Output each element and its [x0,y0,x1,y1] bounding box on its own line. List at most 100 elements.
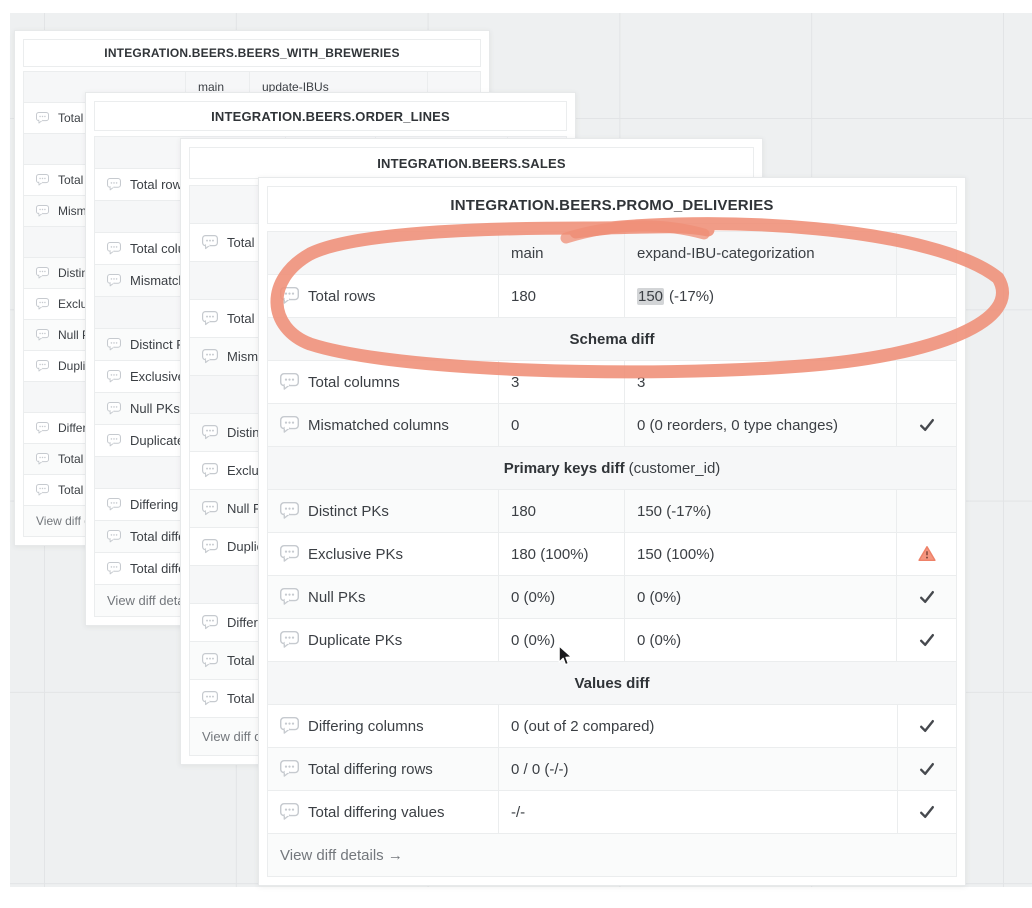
comment-icon[interactable] [107,178,121,191]
status-cell [896,490,956,532]
value-main: 0 (0%) [498,619,624,661]
status-cell [896,361,956,403]
branch-main-label: main [498,232,624,274]
row-label-cell: Duplicate PKs [268,619,498,661]
row-label-cell: Differing columns [268,705,498,747]
comment-icon[interactable] [107,562,121,575]
comment-icon[interactable] [107,242,121,255]
empty-cell [896,232,956,274]
comment-icon[interactable] [107,402,121,415]
row-label: Null PKs [308,589,366,606]
comment-icon[interactable] [280,502,299,519]
status-cell [897,791,956,833]
comment-icon[interactable] [36,112,49,124]
section-primary-keys-diff: Primary keys diff(customer_id) [268,447,956,490]
comment-icon[interactable] [280,373,299,390]
diff-card-promo-deliveries[interactable]: INTEGRATION.BEERS.PROMO_DELIVERIES main … [258,177,966,886]
value-main: 0 (0%) [498,576,624,618]
status-cell [896,275,956,317]
row-label: Total columns [308,374,400,391]
row-label-cell: Distinct PKs [268,490,498,532]
status-cell [896,576,956,618]
comment-icon[interactable] [36,422,49,434]
card-title: INTEGRATION.BEERS.SALES [189,147,754,179]
comment-icon[interactable] [202,653,218,667]
value-compare: 0 (0%) [624,619,896,661]
comment-icon[interactable] [36,329,49,341]
value-compare: 3 [624,361,896,403]
diff-table: main expand-IBU-categorization Total row… [267,231,957,877]
row-total-differing-values: Total differing values -/- [268,791,956,834]
row-label-cell: Total rows [268,275,498,317]
comment-icon[interactable] [202,691,218,705]
value-compare: 150 (-17%) [624,490,896,532]
value-merged: 0 (out of 2 compared) [498,705,897,747]
row-label-cell: Null PKs [268,576,498,618]
row-total-rows: Total rows 180 150(-17%) [268,275,956,318]
row-label: Distinct PKs [308,503,389,520]
row-total-differing-rows: Total differing rows 0 / 0 (-/-) [268,748,956,791]
comment-icon[interactable] [202,349,218,363]
comment-icon[interactable] [202,311,218,325]
status-cell [896,404,956,446]
check-icon [918,588,936,606]
section-schema-diff: Schema diff [268,318,956,361]
view-diff-details-link[interactable]: View diff details → [268,834,956,876]
value-main: 180 [498,490,624,532]
value-compare: 0 (0 reorders, 0 type changes) [624,404,896,446]
comment-icon[interactable] [107,530,121,543]
comment-icon[interactable] [280,717,299,734]
branch-header-row: main expand-IBU-categorization [268,232,956,275]
comment-icon[interactable] [36,174,49,186]
comment-icon[interactable] [107,434,121,447]
row-label: Mismatched columns [308,417,449,434]
row-duplicate-pks: Duplicate PKs 0 (0%) 0 (0%) [268,619,956,662]
row-view-diff-details: View diff details → [268,834,956,877]
comment-icon[interactable] [107,274,121,287]
comment-icon[interactable] [202,501,218,515]
comment-icon[interactable] [36,453,49,465]
row-total-columns: Total columns 3 3 [268,361,956,404]
comment-icon[interactable] [280,760,299,777]
row-mismatched-columns: Mismatched columns 0 0 (0 reorders, 0 ty… [268,404,956,447]
comment-icon[interactable] [280,803,299,820]
row-distinct-pks: Distinct PKs 180 150 (-17%) [268,490,956,533]
row-differing-columns: Differing columns 0 (out of 2 compared) [268,705,956,748]
value-main: 0 [498,404,624,446]
row-label-cell: Total differing rows [268,748,498,790]
status-cell [896,619,956,661]
comment-icon[interactable] [202,615,218,629]
status-cell [896,533,956,575]
comment-icon[interactable] [36,360,49,372]
comment-icon[interactable] [36,484,49,496]
row-label: Total rows [308,288,376,305]
comment-icon[interactable] [202,463,218,477]
row-label: Differing columns [308,718,424,735]
status-cell [897,705,956,747]
row-exclusive-pks: Exclusive PKs 180 (100%) 150 (100%) [268,533,956,576]
comment-icon[interactable] [36,298,49,310]
row-null-pks: Null PKs 0 (0%) 0 (0%) [268,576,956,619]
comment-icon[interactable] [36,267,49,279]
comment-icon[interactable] [107,498,121,511]
comment-icon[interactable] [202,235,218,249]
card-title: INTEGRATION.BEERS.ORDER_LINES [94,101,567,131]
comment-icon[interactable] [36,205,49,217]
comment-icon[interactable] [202,425,218,439]
value-compare: 150(-17%) [624,275,896,317]
value-merged: -/- [498,791,897,833]
comment-icon[interactable] [107,338,121,351]
comment-icon[interactable] [107,370,121,383]
value-main: 180 (100%) [498,533,624,575]
check-icon [918,803,936,821]
comment-icon[interactable] [280,588,299,605]
comment-icon[interactable] [280,545,299,562]
comment-icon[interactable] [280,631,299,648]
comment-icon[interactable] [202,539,218,553]
highlighted-value: 150 [637,288,664,305]
section-pk-note: (customer_id) [629,460,721,477]
comment-icon[interactable] [280,287,299,304]
branch-compare-label: expand-IBU-categorization [624,232,896,274]
comment-icon[interactable] [280,416,299,433]
section-title: Schema diff [268,318,956,360]
